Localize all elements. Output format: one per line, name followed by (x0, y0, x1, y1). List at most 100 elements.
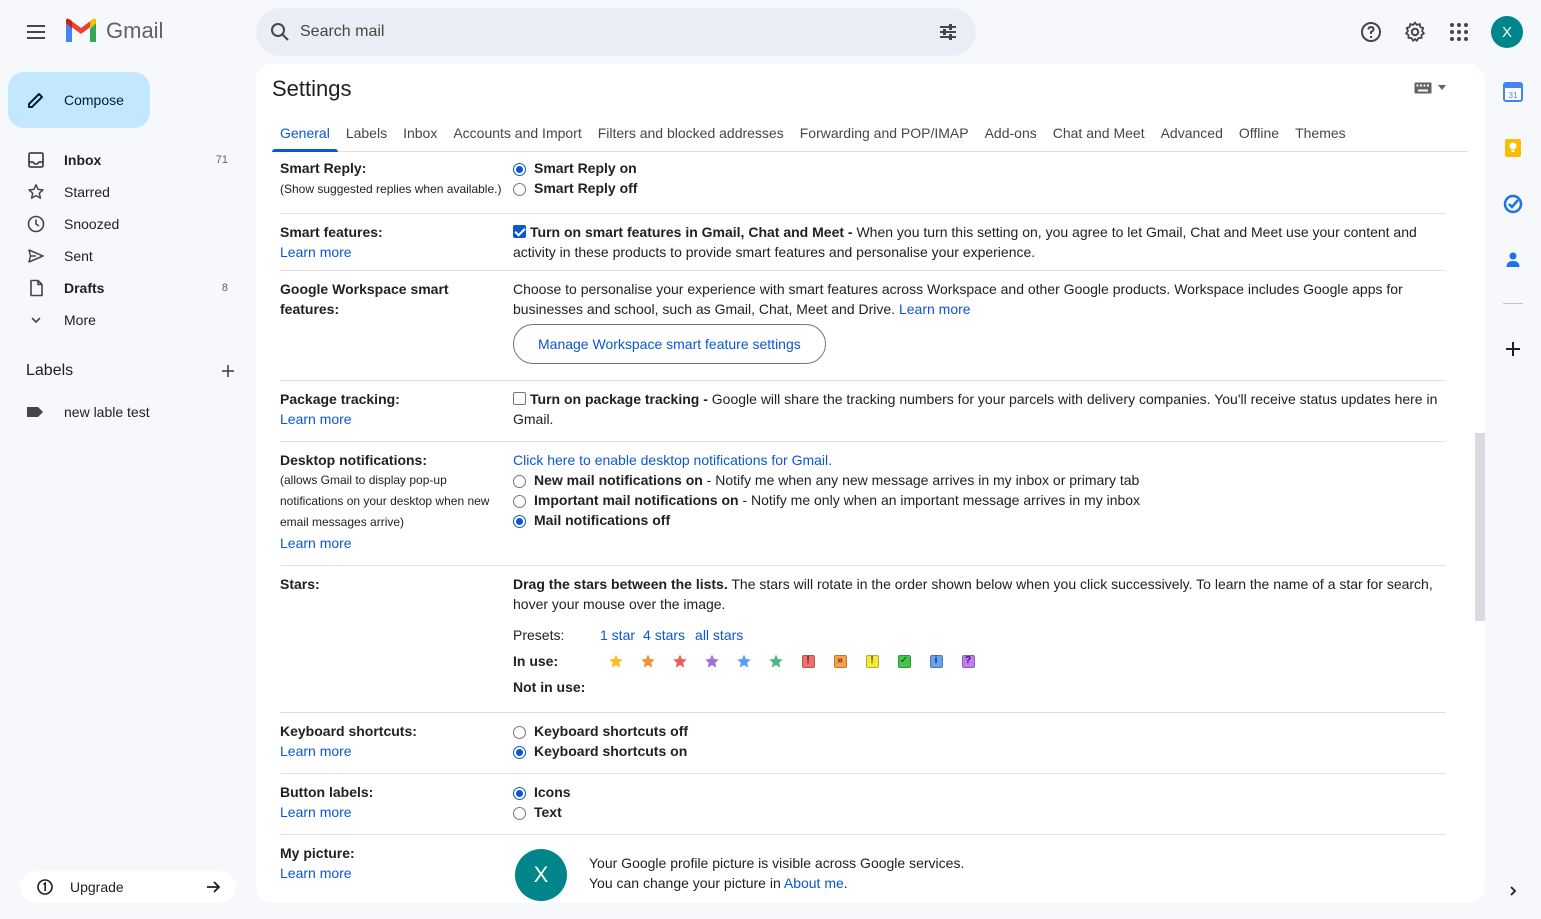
upgrade-icon (37, 879, 53, 895)
profile-picture: X (515, 849, 567, 901)
yellow-star-icon[interactable] (600, 653, 632, 669)
tab-chat-meet[interactable]: Chat and Meet (1045, 125, 1153, 151)
page-title: Settings (272, 76, 352, 101)
pencil-icon (28, 93, 43, 108)
sidebar-item-inbox[interactable]: Inbox 71 (0, 144, 244, 176)
label-item[interactable]: new lable test (26, 402, 150, 422)
yellow-bang-icon[interactable]: ! (856, 654, 888, 668)
unread-count: 71 (215, 154, 228, 166)
calendar-icon[interactable]: 31 (1500, 79, 1526, 105)
settings-tabs: General Labels Inbox Accounts and Import… (272, 112, 1468, 152)
preset-1-star-link[interactable]: 1 star (600, 625, 635, 645)
tab-labels[interactable]: Labels (338, 125, 395, 151)
clock-icon (26, 214, 46, 234)
tab-offline[interactable]: Offline (1231, 125, 1287, 151)
tab-general[interactable]: General (272, 125, 338, 152)
scrollbar-thumb[interactable] (1475, 433, 1485, 621)
setting-label: Google Workspace smart features: (280, 281, 449, 317)
blue-star-icon[interactable] (728, 653, 760, 669)
setting-label: Button labels: (280, 784, 374, 800)
sidebar-item-sent[interactable]: Sent (0, 240, 244, 272)
keyboard-shortcuts-off-radio[interactable]: Keyboard shortcuts off (513, 721, 1446, 741)
orange-guillemet-icon[interactable]: » (824, 654, 856, 668)
keyboard-shortcuts-on-radio[interactable]: Keyboard shortcuts on (513, 741, 1446, 761)
about-me-link[interactable]: About me (784, 875, 844, 891)
red-bang-icon[interactable]: ! (792, 654, 824, 668)
add-apps-icon[interactable] (1500, 336, 1526, 362)
manage-workspace-button[interactable]: Manage Workspace smart feature settings (513, 324, 826, 364)
gmail-logo[interactable]: Gmail (64, 18, 163, 44)
package-tracking-checkbox[interactable] (513, 392, 526, 405)
red-star-icon[interactable] (664, 653, 696, 669)
important-mail-notifications-radio[interactable]: Important mail notifications on - Notify… (513, 490, 1446, 510)
learn-more-link[interactable]: Learn more (280, 244, 352, 260)
search-options-icon[interactable] (936, 20, 960, 44)
settings-content: Smart Reply: (Show suggested replies whe… (280, 152, 1446, 903)
side-panel-divider (1503, 303, 1523, 304)
account-avatar[interactable]: X (1491, 16, 1523, 48)
smart-reply-off-radio[interactable]: Smart Reply off (513, 178, 1446, 198)
compose-button[interactable]: Compose (8, 72, 150, 128)
blue-info-icon[interactable]: i (920, 654, 952, 668)
compose-label: Compose (64, 92, 124, 108)
green-check-icon[interactable]: ✓ (888, 654, 920, 668)
tab-filters[interactable]: Filters and blocked addresses (590, 125, 792, 151)
labels-title: Labels (26, 362, 74, 379)
sidebar-item-drafts[interactable]: Drafts 8 (0, 272, 244, 304)
main-menu-button[interactable] (18, 16, 54, 48)
sidebar-item-snoozed[interactable]: Snoozed (0, 208, 244, 240)
tab-advanced[interactable]: Advanced (1153, 125, 1231, 151)
search-bar[interactable] (256, 8, 976, 56)
apps-grid-icon[interactable] (1443, 16, 1475, 48)
learn-more-link[interactable]: Learn more (899, 301, 971, 317)
sidebar-item-label: Snoozed (64, 216, 120, 232)
orange-star-icon[interactable] (632, 653, 664, 669)
sidebar-item-starred[interactable]: Starred (0, 176, 244, 208)
tab-addons[interactable]: Add-ons (977, 125, 1045, 151)
setting-label: Smart features: (280, 224, 383, 240)
sidebar-item-label: Drafts (64, 280, 105, 296)
sidebar-nav: Inbox 71 Starred Snoozed Sent Drafts 8 M… (0, 144, 244, 336)
learn-more-link[interactable]: Learn more (280, 411, 352, 427)
keyboard-shortcuts-row: Keyboard shortcuts: Learn more Keyboard … (280, 713, 1446, 774)
new-mail-notifications-radio[interactable]: New mail notifications on - Notify me wh… (513, 470, 1446, 490)
tab-themes[interactable]: Themes (1287, 125, 1354, 151)
purple-star-icon[interactable] (696, 653, 728, 669)
sidebar-item-more[interactable]: More (0, 304, 244, 336)
settings-panel: Settings General Labels Inbox Accounts a… (256, 64, 1485, 903)
preset-4-stars-link[interactable]: 4 stars (643, 625, 685, 645)
learn-more-link[interactable]: Learn more (280, 804, 352, 820)
green-star-icon[interactable] (760, 653, 792, 669)
send-icon (26, 246, 46, 266)
desktop-notifications-row: Desktop notifications: (allows Gmail to … (280, 442, 1446, 566)
mail-notifications-off-radio[interactable]: Mail notifications off (513, 510, 1446, 530)
button-labels-icons-radio[interactable]: Icons (513, 782, 1446, 802)
setting-label: Desktop notifications: (280, 452, 428, 468)
preset-all-stars-link[interactable]: all stars (695, 625, 743, 645)
keep-icon[interactable] (1500, 135, 1526, 161)
search-input[interactable] (300, 20, 900, 44)
expand-side-panel-icon[interactable] (1500, 878, 1526, 904)
upgrade-button[interactable]: Upgrade (20, 871, 236, 903)
purple-question-icon[interactable]: ? (952, 654, 984, 668)
input-tools-toggle[interactable] (1414, 82, 1446, 94)
tab-inbox[interactable]: Inbox (395, 125, 445, 151)
gmail-m-icon (66, 18, 96, 42)
smart-features-checkbox[interactable] (513, 225, 526, 238)
add-label-icon[interactable] (220, 363, 236, 379)
smart-reply-on-radio[interactable]: Smart Reply on (513, 158, 1446, 178)
tab-forwarding[interactable]: Forwarding and POP/IMAP (792, 125, 977, 151)
help-icon[interactable] (1355, 16, 1387, 48)
search-icon[interactable] (268, 20, 292, 44)
tab-accounts-import[interactable]: Accounts and Import (445, 125, 589, 151)
settings-gear-icon[interactable] (1399, 16, 1431, 48)
contacts-icon[interactable] (1500, 247, 1526, 273)
button-labels-text-radio[interactable]: Text (513, 802, 1446, 822)
app-name: Gmail (106, 18, 164, 43)
enable-desktop-notifications-link[interactable]: Click here to enable desktop notificatio… (513, 450, 1446, 470)
learn-more-link[interactable]: Learn more (280, 743, 352, 759)
tasks-icon[interactable] (1500, 191, 1526, 217)
learn-more-link[interactable]: Learn more (280, 535, 352, 551)
setting-label: Stars: (280, 576, 320, 592)
learn-more-link[interactable]: Learn more (280, 865, 352, 881)
